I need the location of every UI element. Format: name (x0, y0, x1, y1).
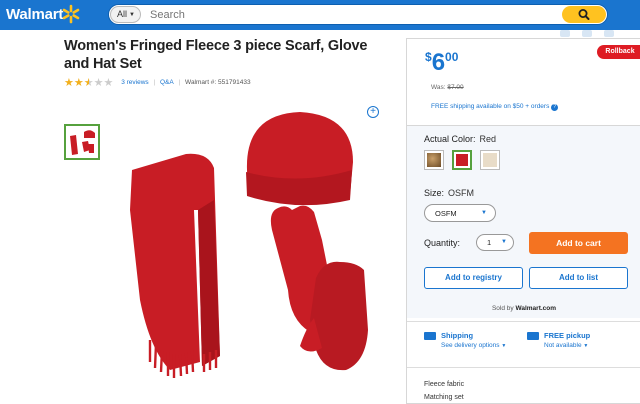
price: $600 (425, 49, 458, 77)
department-label: All (117, 9, 128, 19)
pickup-availability[interactable]: Not available ▼ (544, 342, 588, 349)
share-icon[interactable] (582, 30, 592, 37)
price-currency: $ (425, 50, 432, 64)
chevron-down-icon: ▼ (583, 343, 589, 349)
share-icon[interactable] (604, 30, 614, 37)
divider: | (153, 79, 156, 86)
price-dollars: 6 (431, 49, 446, 76)
site-header: Walmart All ▼ (0, 0, 640, 37)
thumbnail-product-icon (70, 130, 95, 155)
truck-icon (424, 332, 436, 340)
size-dropdown[interactable]: OSFM ▼ (424, 204, 496, 222)
color-row: Actual Color: Red (424, 134, 496, 144)
divider (407, 367, 640, 368)
rollback-badge: Rollback (597, 45, 640, 59)
search-input[interactable] (145, 6, 555, 23)
chevron-down-icon: ▼ (501, 239, 507, 245)
pickup-title: FREE pickup (544, 331, 591, 340)
walmart-logo[interactable]: Walmart (6, 6, 63, 23)
social-share-icons[interactable] (560, 24, 640, 37)
search-bar: All ▼ (108, 4, 608, 25)
add-to-cart-button[interactable]: Add to cart (529, 232, 628, 254)
share-icon[interactable] (560, 30, 570, 37)
add-to-registry-button[interactable]: Add to registry (424, 267, 523, 289)
question-icon[interactable]: ? (551, 104, 559, 111)
pickup-availability-text: Not available (544, 342, 582, 349)
store-icon (527, 332, 539, 340)
size-value: OSFM (448, 188, 475, 198)
divider (407, 321, 640, 322)
feature-item: Fleece fabric (424, 381, 465, 388)
delivery-options-text: See delivery options (441, 342, 500, 349)
star-half-icon: ★ (83, 77, 94, 89)
department-dropdown[interactable]: All ▼ (110, 6, 141, 23)
rating-stars[interactable]: ★★★★★ (64, 76, 113, 89)
size-row: Size: OSFM (424, 188, 474, 198)
thumbnail-image[interactable] (64, 124, 100, 160)
color-label: Actual Color: (424, 134, 476, 144)
product-title: Women's Fringed Fleece 3 piece Scarf, Gl… (64, 38, 368, 72)
swatch-cream[interactable] (480, 150, 500, 170)
star-icon: ★ (103, 77, 114, 89)
buy-box: $600 Rollback Was: $7.00 FREE shipping a… (406, 38, 640, 404)
star-icon: ★ (64, 77, 74, 89)
walmart-number: Walmart #: 551791433 (185, 79, 251, 86)
chevron-down-icon: ▼ (129, 12, 135, 18)
search-button[interactable] (562, 6, 606, 23)
quantity-dropdown[interactable]: 1 ▼ (476, 234, 514, 251)
was-price-value: $7.00 (447, 84, 464, 91)
swatch-red[interactable] (452, 150, 472, 170)
delivery-options-link[interactable]: See delivery options ▼ (441, 342, 506, 349)
chevron-down-icon: ▼ (481, 210, 487, 216)
was-price: Was: $7.00 (431, 84, 464, 91)
size-label: Size: (424, 188, 445, 198)
product-options: Actual Color: Red Size: OSFM OSFM ▼ Quanti… (407, 125, 640, 318)
reviews-link[interactable]: 3 reviews (121, 79, 148, 86)
size-selected: OSFM (435, 209, 457, 218)
spark-icon[interactable] (61, 4, 81, 24)
product-image[interactable] (110, 100, 380, 400)
seller-name[interactable]: Walmart.com (515, 305, 556, 312)
swatch-brown[interactable] (424, 150, 444, 170)
feature-item: Matching set (424, 394, 464, 401)
search-icon (578, 9, 590, 20)
star-icon: ★ (93, 77, 104, 89)
quantity-selected: 1 (487, 238, 492, 247)
chevron-down-icon: ▼ (501, 343, 507, 349)
color-value: Red (479, 134, 497, 144)
was-label: Was: (431, 84, 446, 91)
free-shipping-note[interactable]: FREE shipping available on $50 + orders … (431, 103, 559, 111)
quantity-label: Quantity: (424, 238, 461, 248)
price-cents: 00 (445, 50, 459, 64)
star-icon: ★ (73, 77, 84, 89)
free-shipping-text: FREE shipping available on $50 + orders (431, 103, 550, 110)
add-to-list-button[interactable]: Add to list (529, 267, 628, 289)
divider: | (178, 79, 181, 86)
shipping-title: Shipping (441, 331, 474, 340)
product-meta: ★★★★★ 3 reviews | Q&A | Walmart #: 55179… (64, 76, 251, 89)
sold-by-label: Sold by (491, 305, 514, 312)
sold-by: Sold by Walmart.com (407, 305, 640, 312)
qa-link[interactable]: Q&A (160, 79, 174, 86)
